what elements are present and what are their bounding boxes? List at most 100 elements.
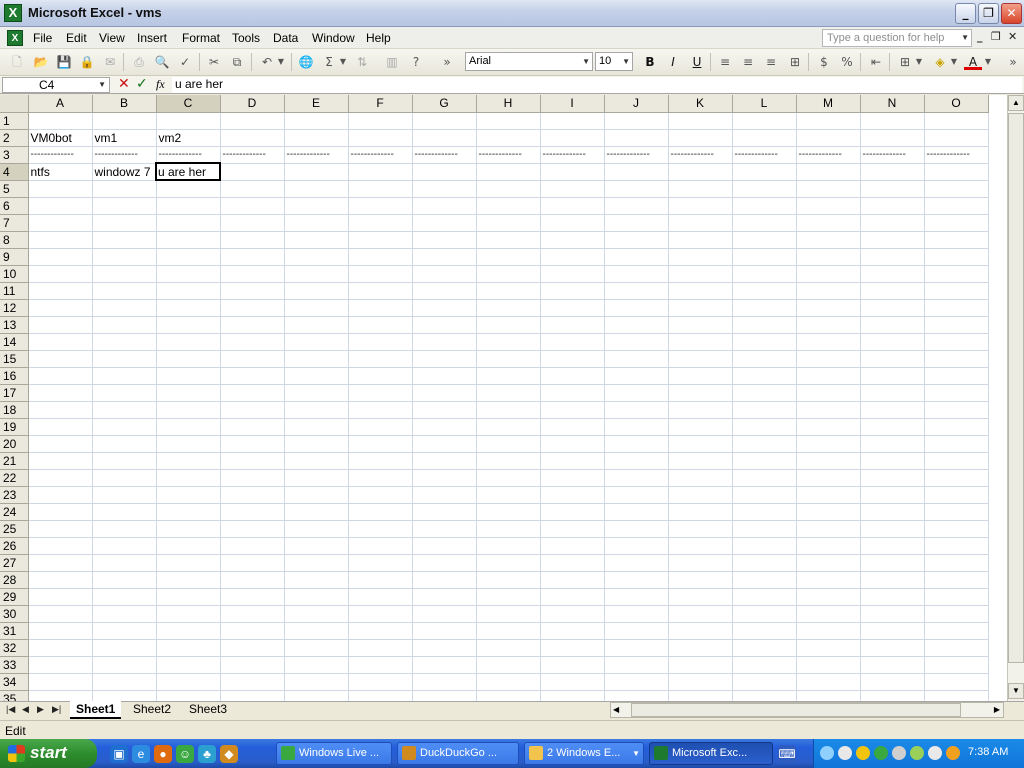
cell-h4[interactable] — [476, 163, 541, 181]
cell-k24[interactable] — [668, 503, 733, 521]
cell-a10[interactable] — [28, 265, 93, 283]
cell-d34[interactable] — [220, 673, 285, 691]
vertical-scrollbar[interactable]: ▲ ▼ — [1007, 95, 1024, 701]
row-header-26[interactable]: 26 — [0, 537, 29, 555]
cell-m24[interactable] — [796, 503, 861, 521]
cell-k19[interactable] — [668, 418, 733, 436]
cell-j21[interactable] — [604, 452, 669, 470]
cell-i34[interactable] — [540, 673, 605, 691]
first-sheet-icon[interactable]: |◀ — [6, 704, 15, 715]
chevron-down-icon[interactable]: ▼ — [582, 53, 590, 70]
cell-m31[interactable] — [796, 622, 861, 640]
cell-n34[interactable] — [860, 673, 925, 691]
cell-k7[interactable] — [668, 214, 733, 232]
underline-button[interactable]: U — [688, 53, 706, 71]
cell-n27[interactable] — [860, 554, 925, 572]
cell-f21[interactable] — [348, 452, 413, 470]
cell-a13[interactable] — [28, 316, 93, 334]
cell-d19[interactable] — [220, 418, 285, 436]
task-windows-explorer[interactable]: 2 Windows E... ▼ — [524, 742, 644, 765]
cell-c35[interactable] — [156, 690, 221, 701]
cell-l17[interactable] — [732, 384, 797, 402]
cell-g35[interactable] — [412, 690, 477, 701]
cell-j17[interactable] — [604, 384, 669, 402]
cell-i19[interactable] — [540, 418, 605, 436]
cell-l6[interactable] — [732, 197, 797, 215]
cell-o14[interactable] — [924, 333, 989, 351]
keyboard-icon[interactable]: ⌨ — [778, 745, 796, 763]
cell-n4[interactable] — [860, 163, 925, 181]
cell-f27[interactable] — [348, 554, 413, 572]
cell-o15[interactable] — [924, 350, 989, 368]
cell-e16[interactable] — [284, 367, 349, 385]
cell-g5[interactable] — [412, 180, 477, 198]
cell-c6[interactable] — [156, 197, 221, 215]
cell-i20[interactable] — [540, 435, 605, 453]
cell-o6[interactable] — [924, 197, 989, 215]
cell-j18[interactable] — [604, 401, 669, 419]
cell-e31[interactable] — [284, 622, 349, 640]
cell-n2[interactable] — [860, 129, 925, 147]
cell-k15[interactable] — [668, 350, 733, 368]
cell-d3[interactable]: ------------- — [220, 146, 285, 164]
cell-c14[interactable] — [156, 333, 221, 351]
cell-i6[interactable] — [540, 197, 605, 215]
cell-n18[interactable] — [860, 401, 925, 419]
cell-l2[interactable] — [732, 129, 797, 147]
cell-h33[interactable] — [476, 656, 541, 674]
cell-j27[interactable] — [604, 554, 669, 572]
cell-a29[interactable] — [28, 588, 93, 606]
cell-b19[interactable] — [92, 418, 157, 436]
cell-n12[interactable] — [860, 299, 925, 317]
cell-c31[interactable] — [156, 622, 221, 640]
cell-a3[interactable]: ------------- — [28, 146, 93, 164]
cell-a21[interactable] — [28, 452, 93, 470]
column-header-n[interactable]: N — [860, 95, 925, 113]
column-header-h[interactable]: H — [476, 95, 541, 113]
cell-b8[interactable] — [92, 231, 157, 249]
cell-m2[interactable] — [796, 129, 861, 147]
cell-b2[interactable]: vm1 — [92, 129, 157, 147]
cell-k2[interactable] — [668, 129, 733, 147]
cell-a8[interactable] — [28, 231, 93, 249]
cell-g27[interactable] — [412, 554, 477, 572]
cell-n16[interactable] — [860, 367, 925, 385]
cell-a11[interactable] — [28, 282, 93, 300]
row-header-13[interactable]: 13 — [0, 316, 29, 334]
cell-n13[interactable] — [860, 316, 925, 334]
cell-k5[interactable] — [668, 180, 733, 198]
cell-a27[interactable] — [28, 554, 93, 572]
row-header-21[interactable]: 21 — [0, 452, 29, 470]
cell-h6[interactable] — [476, 197, 541, 215]
sheet-tab-sheet3[interactable]: Sheet3 — [183, 701, 233, 719]
cell-o25[interactable] — [924, 520, 989, 538]
cell-c19[interactable] — [156, 418, 221, 436]
cell-g24[interactable] — [412, 503, 477, 521]
cell-l10[interactable] — [732, 265, 797, 283]
cell-o26[interactable] — [924, 537, 989, 555]
row-header-16[interactable]: 16 — [0, 367, 29, 385]
cell-d22[interactable] — [220, 469, 285, 487]
scroll-left-icon[interactable]: ◀ — [613, 703, 619, 717]
cell-l7[interactable] — [732, 214, 797, 232]
cell-h31[interactable] — [476, 622, 541, 640]
cell-j35[interactable] — [604, 690, 669, 701]
cell-g9[interactable] — [412, 248, 477, 266]
cell-e14[interactable] — [284, 333, 349, 351]
cell-d13[interactable] — [220, 316, 285, 334]
row-header-29[interactable]: 29 — [0, 588, 29, 606]
cell-n17[interactable] — [860, 384, 925, 402]
cell-f17[interactable] — [348, 384, 413, 402]
cell-d21[interactable] — [220, 452, 285, 470]
next-sheet-icon[interactable]: ▶ — [37, 704, 44, 715]
cell-l32[interactable] — [732, 639, 797, 657]
doc-close-icon[interactable]: ✕ — [1008, 30, 1017, 43]
cell-o28[interactable] — [924, 571, 989, 589]
menu-window[interactable]: Window — [312, 31, 355, 45]
cell-n26[interactable] — [860, 537, 925, 555]
cell-k20[interactable] — [668, 435, 733, 453]
cell-b11[interactable] — [92, 282, 157, 300]
cell-g12[interactable] — [412, 299, 477, 317]
cell-n29[interactable] — [860, 588, 925, 606]
cell-e21[interactable] — [284, 452, 349, 470]
